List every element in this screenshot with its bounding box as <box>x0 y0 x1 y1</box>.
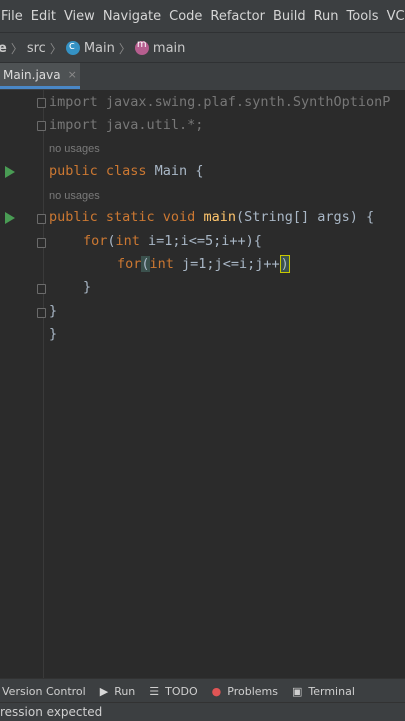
editor-tabs: Main.java × <box>0 62 405 91</box>
fold-icon[interactable] <box>37 121 46 131</box>
code-token: ( <box>107 233 116 249</box>
fold-icon[interactable] <box>37 308 46 318</box>
breadcrumb-src[interactable]: src <box>27 41 46 56</box>
breadcrumb-method[interactable]: main <box>153 41 185 56</box>
tool-window-bar: Version Control ▶ Run ☰ TODO ● Problems … <box>0 678 405 703</box>
code-line-method: public static void main(String[] args) { <box>49 209 374 225</box>
code-token: int <box>115 233 140 249</box>
menu-run[interactable]: Run <box>310 9 343 24</box>
tool-label: Version Control <box>2 684 86 698</box>
chevron-right-icon: 〉 <box>118 41 131 56</box>
terminal-icon: ▣ <box>291 684 303 698</box>
menu-navigate[interactable]: Navigate <box>99 9 165 24</box>
tool-run[interactable]: ▶ Run <box>100 685 136 698</box>
menu-vcs[interactable]: VC <box>383 9 405 24</box>
status-bar: ression expected <box>0 702 405 721</box>
tool-label: Run <box>114 684 136 698</box>
code-line-for2: for(int j=1;j<=i;j++) <box>117 255 290 273</box>
fold-icon[interactable] <box>37 238 46 248</box>
code-token: public static void <box>49 209 204 225</box>
fold-icon[interactable] <box>37 284 46 294</box>
menu-view[interactable]: View <box>60 9 99 24</box>
usages-hint[interactable]: no usages <box>49 143 100 155</box>
run-arrow-icon[interactable] <box>5 212 15 224</box>
fold-icon[interactable] <box>37 214 46 224</box>
status-message: ression expected <box>0 705 103 719</box>
breadcrumb: e 〉 src 〉 Main 〉 main <box>0 32 405 63</box>
play-icon: ▶ <box>99 684 109 698</box>
text-cursor: ) <box>279 255 290 273</box>
code-token: j=1;j<=i;j++ <box>173 256 280 272</box>
tool-label: Problems <box>227 684 278 698</box>
menu-code[interactable]: Code <box>165 9 206 24</box>
code-token: public class <box>49 163 155 179</box>
code-token: for <box>117 256 142 272</box>
code-line-close3: } <box>49 326 58 342</box>
tool-label: TODO <box>165 684 198 698</box>
code-line-close1: } <box>83 279 92 295</box>
tool-version-control[interactable]: Version Control <box>0 685 86 698</box>
code-token: ( <box>141 256 150 272</box>
code-line-for1: for(int i=1;i<=5;i++){ <box>83 233 262 249</box>
code-editor[interactable]: import javax.swing.plaf.synth.SynthOptio… <box>0 90 405 678</box>
list-icon: ☰ <box>149 684 160 698</box>
chevron-right-icon: 〉 <box>49 41 62 56</box>
code-token: main <box>203 209 236 225</box>
run-arrow-icon[interactable] <box>5 166 15 178</box>
gutter-divider <box>43 90 44 678</box>
menu-file[interactable]: File <box>0 9 27 24</box>
code-token: (String[] args) { <box>235 209 375 225</box>
error-icon: ● <box>211 684 222 698</box>
menu-edit[interactable]: Edit <box>27 9 60 24</box>
menu-refactor[interactable]: Refactor <box>206 9 269 24</box>
code-line-class: public class Main { <box>49 163 203 179</box>
class-icon <box>65 39 80 55</box>
close-icon[interactable]: × <box>68 68 77 81</box>
code-token: for <box>83 233 108 249</box>
code-token: int <box>149 256 174 272</box>
fold-icon[interactable] <box>37 98 46 108</box>
tab-main-java[interactable]: Main.java × <box>0 63 80 89</box>
tab-label: Main.java <box>3 67 61 82</box>
code-line-import2: import java.util.*; <box>49 117 204 133</box>
code-token: i=1;i<=5;i++){ <box>139 233 262 249</box>
method-icon <box>134 39 149 55</box>
tool-problems[interactable]: ● Problems <box>212 685 278 698</box>
code-token: { <box>187 163 204 179</box>
tool-todo[interactable]: ☰ TODO <box>149 685 197 698</box>
chevron-right-icon: 〉 <box>10 41 23 56</box>
breadcrumb-project[interactable]: e <box>0 41 7 56</box>
menu-bar: File Edit View Navigate Code Refactor Bu… <box>0 0 405 32</box>
menu-tools[interactable]: Tools <box>343 9 383 24</box>
code-line-import1: import javax.swing.plaf.synth.SynthOptio… <box>49 94 391 110</box>
tool-terminal[interactable]: ▣ Terminal <box>292 685 355 698</box>
breadcrumb-class[interactable]: Main <box>84 41 115 56</box>
menu-build[interactable]: Build <box>269 9 310 24</box>
code-token: Main <box>154 163 188 179</box>
tool-label: Terminal <box>308 684 355 698</box>
code-line-close2: } <box>49 303 58 319</box>
usages-hint[interactable]: no usages <box>49 190 100 202</box>
